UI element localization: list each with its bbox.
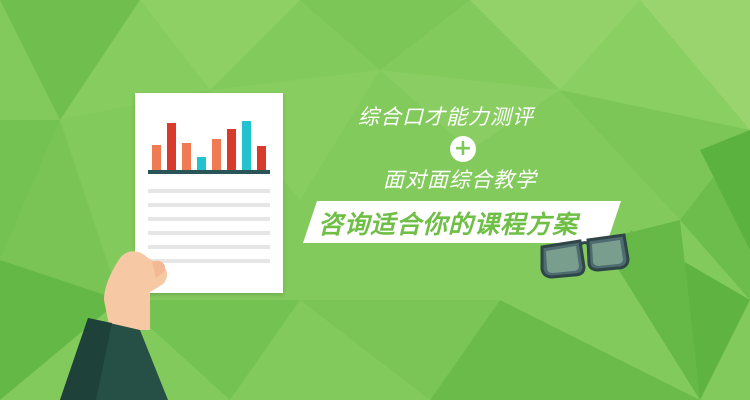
headline-line-1: 综合口才能力测评 [358,105,534,129]
glasses-icon [540,233,630,279]
plus-icon: + [453,136,473,161]
plus-badge: + [450,136,476,162]
promo-banner[interactable]: 综合口才能力测评 + 面对面综合教学 咨询适合你的课程方案 [0,0,750,400]
headline-line-2: 面对面综合教学 [383,168,537,192]
hand-icon [60,251,168,400]
